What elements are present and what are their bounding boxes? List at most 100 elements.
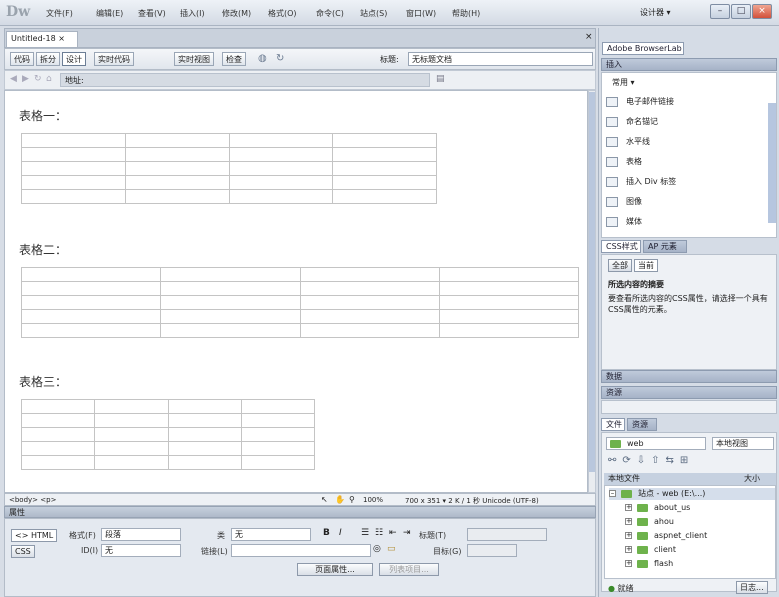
file-row[interactable]: + ahou bbox=[625, 516, 674, 528]
menu-window[interactable]: 窗口(W) bbox=[406, 8, 436, 19]
menu-format[interactable]: 格式(O) bbox=[268, 8, 297, 19]
business-catalyst-header[interactable]: 数据 bbox=[601, 370, 777, 383]
tag-selector[interactable]: <body> <p> bbox=[9, 496, 56, 504]
design-view-button[interactable]: 设计 bbox=[62, 52, 86, 66]
insert-category-select[interactable]: 常用 ▾ bbox=[612, 77, 635, 88]
properties-panel-header[interactable]: 属性 bbox=[4, 506, 596, 518]
ap-elements-tab[interactable]: AP 元素 bbox=[643, 240, 687, 253]
site-select[interactable]: web bbox=[606, 437, 706, 450]
globe-icon[interactable]: ◍ bbox=[258, 53, 267, 64]
insert-panel-header[interactable]: 插入 bbox=[601, 58, 777, 71]
document-tab[interactable]: Untitled-18 × bbox=[6, 31, 78, 47]
link-input[interactable] bbox=[231, 544, 371, 557]
insert-media[interactable]: 媒体 bbox=[606, 213, 642, 231]
browserlab-tab[interactable]: Adobe BrowserLab bbox=[602, 42, 684, 55]
zoom-tool-icon[interactable]: ⚲ bbox=[349, 495, 355, 504]
class-select[interactable]: 无 bbox=[231, 528, 311, 541]
refresh-icon[interactable]: ↻ bbox=[276, 53, 284, 64]
menu-edit[interactable]: 编辑(E) bbox=[96, 8, 123, 19]
table-3[interactable] bbox=[20, 399, 316, 470]
point-to-file-icon[interactable]: ◎ bbox=[373, 544, 381, 554]
list-item-button[interactable]: 列表项目... bbox=[379, 563, 439, 576]
hand-tool-icon[interactable]: ✋ bbox=[335, 495, 345, 504]
folder-icon bbox=[637, 517, 648, 526]
site-root-row[interactable]: – 站点 - web (E:\...) bbox=[609, 488, 775, 500]
workspace-switcher[interactable]: 设计器 ▾ bbox=[640, 7, 671, 18]
format-select[interactable]: 段落 bbox=[101, 528, 181, 541]
insert-named-anchor[interactable]: 命名锚记 bbox=[606, 113, 658, 131]
file-row[interactable]: + flash bbox=[625, 558, 673, 570]
files-tab[interactable]: 文件 bbox=[601, 418, 625, 431]
select-tool-icon[interactable]: ↖ bbox=[321, 495, 328, 504]
expand-icon[interactable]: + bbox=[625, 518, 632, 525]
maximize-icon[interactable]: □ bbox=[731, 4, 751, 19]
expand-icon[interactable]: + bbox=[625, 532, 632, 539]
html-mode-button[interactable]: <> HTML bbox=[11, 529, 58, 542]
forward-icon[interactable]: ▶ bbox=[22, 74, 29, 84]
assets-header[interactable]: 资源 bbox=[601, 386, 777, 399]
menu-file[interactable]: 文件(F) bbox=[46, 8, 73, 19]
css-mode-button[interactable]: CSS bbox=[11, 545, 35, 558]
css-all-tab[interactable]: 全部 bbox=[608, 259, 632, 272]
live-view-options-icon[interactable]: ▤ bbox=[436, 74, 445, 84]
insert-table[interactable]: 表格 bbox=[606, 153, 642, 171]
zoom-level[interactable]: 100% bbox=[363, 496, 383, 504]
live-view-button[interactable]: 实时视图 bbox=[174, 52, 214, 66]
insert-div-tag[interactable]: 插入 Div 标签 bbox=[606, 173, 676, 191]
log-button[interactable]: 日志... bbox=[736, 581, 768, 594]
menu-commands[interactable]: 命令(C) bbox=[316, 8, 344, 19]
inspect-button[interactable]: 检查 bbox=[222, 52, 246, 66]
expand-icon[interactable]: + bbox=[625, 504, 632, 511]
menu-site[interactable]: 站点(S) bbox=[360, 8, 387, 19]
outdent-icon[interactable]: ⇤ bbox=[389, 528, 397, 538]
split-view-button[interactable]: 拆分 bbox=[36, 52, 60, 66]
minimize-icon[interactable]: – bbox=[710, 4, 730, 19]
close-icon[interactable]: × bbox=[752, 4, 772, 19]
browse-folder-icon[interactable]: ▭ bbox=[387, 544, 396, 554]
image-icon bbox=[606, 196, 618, 207]
ordered-list-icon[interactable]: ☷ bbox=[375, 528, 383, 538]
canvas-scrollbar-thumb[interactable] bbox=[589, 92, 595, 472]
indent-icon[interactable]: ⇥ bbox=[403, 528, 411, 538]
expand-icon[interactable]: + bbox=[625, 546, 632, 553]
file-row[interactable]: + aspnet_client bbox=[625, 530, 707, 542]
bold-icon[interactable]: B bbox=[323, 528, 330, 538]
close-document-icon[interactable]: × bbox=[585, 32, 593, 42]
unordered-list-icon[interactable]: ☰ bbox=[361, 528, 369, 538]
menu-modify[interactable]: 修改(M) bbox=[222, 8, 251, 19]
back-icon[interactable]: ◀ bbox=[10, 74, 17, 84]
menu-help[interactable]: 帮助(H) bbox=[452, 8, 480, 19]
title-field[interactable] bbox=[467, 528, 547, 541]
refresh-icon[interactable]: ↻ bbox=[34, 74, 42, 84]
file-row[interactable]: + about_us bbox=[625, 502, 690, 514]
table-2[interactable] bbox=[20, 267, 580, 338]
table-1[interactable] bbox=[21, 133, 437, 204]
files-assets-tab[interactable]: 资源 bbox=[627, 418, 657, 431]
insert-panel-scrollbar[interactable] bbox=[768, 103, 776, 223]
menu-insert[interactable]: 插入(I) bbox=[180, 8, 205, 19]
files-column-header: 本地文件 大小 bbox=[604, 473, 776, 485]
code-view-button[interactable]: 代码 bbox=[10, 52, 34, 66]
page-properties-button[interactable]: 页面属性... bbox=[297, 563, 373, 576]
home-icon[interactable]: ⌂ bbox=[46, 74, 52, 84]
css-styles-tab[interactable]: CSS样式 bbox=[601, 240, 641, 253]
menu-view[interactable]: 查看(V) bbox=[138, 8, 166, 19]
collapse-icon[interactable]: – bbox=[609, 490, 616, 497]
file-row[interactable]: + client bbox=[625, 544, 676, 556]
id-select[interactable]: 无 bbox=[101, 544, 181, 557]
insert-horizontal-rule[interactable]: 水平线 bbox=[606, 133, 650, 151]
italic-icon[interactable]: I bbox=[339, 528, 342, 538]
window-size-info[interactable]: 700 x 351 ▾ 2 K / 1 秒 Unicode (UTF-8) bbox=[405, 496, 539, 506]
expand-icon[interactable]: + bbox=[625, 560, 632, 567]
css-current-tab[interactable]: 当前 bbox=[634, 259, 658, 272]
insert-image[interactable]: 图像 bbox=[606, 193, 642, 211]
files-tree[interactable]: – 站点 - web (E:\...) + about_us + ahou + aspn… bbox=[604, 485, 776, 579]
insert-email-link[interactable]: 电子邮件链接 bbox=[606, 93, 674, 111]
design-canvas[interactable]: 表格一： 表格二： 表格三： bbox=[4, 90, 588, 493]
title-input[interactable]: 无标题文档 bbox=[408, 52, 593, 66]
view-select[interactable]: 本地视图 bbox=[712, 437, 774, 450]
files-toolbar-icons[interactable]: ⚯⟳⇩⇧⇆⊞ bbox=[608, 455, 694, 466]
target-select[interactable] bbox=[467, 544, 517, 557]
live-code-button[interactable]: 实时代码 bbox=[94, 52, 134, 66]
address-input[interactable]: 地址: bbox=[60, 73, 430, 87]
